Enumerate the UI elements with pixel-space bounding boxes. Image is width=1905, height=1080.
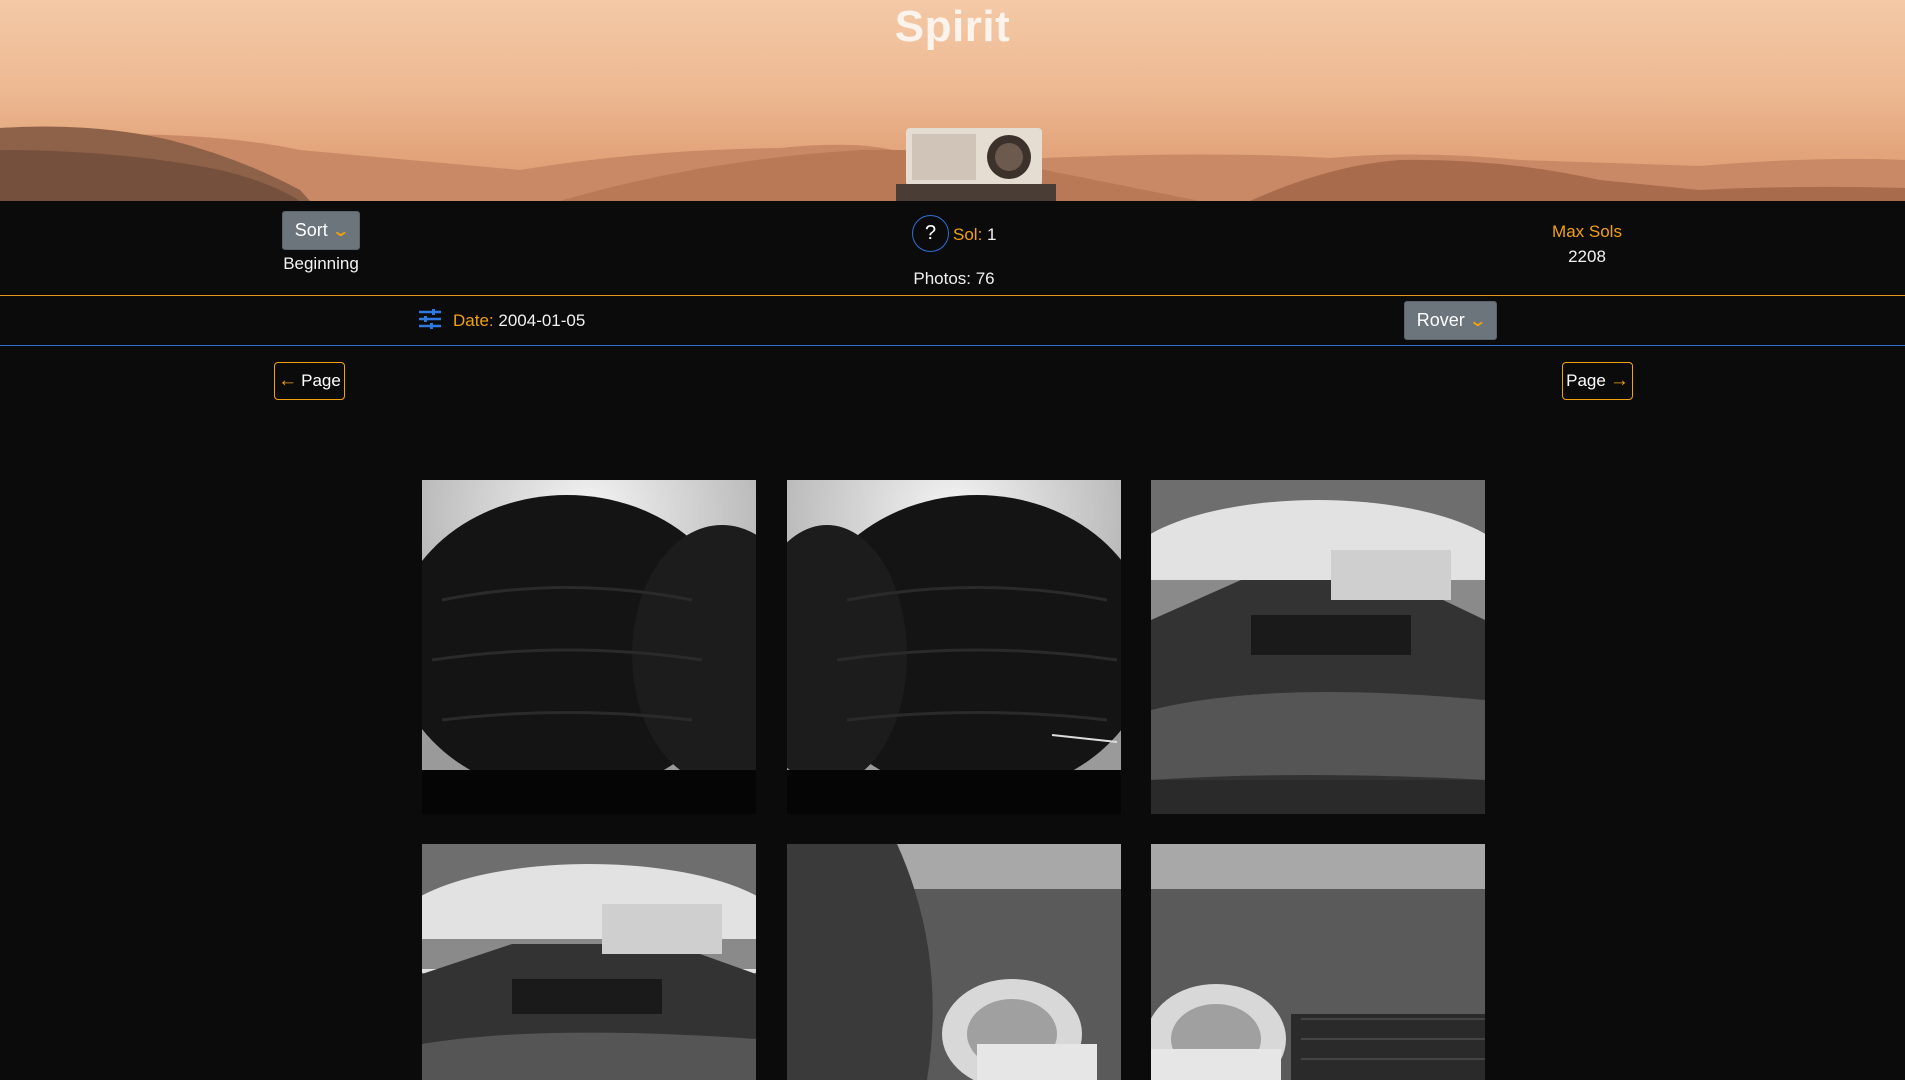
rover-dropdown-button[interactable]: Rover ⌄ bbox=[1404, 301, 1497, 340]
header-banner: Spirit bbox=[0, 0, 1905, 201]
sort-current-value: Beginning bbox=[283, 254, 359, 273]
previous-page-button[interactable]: ← Page bbox=[274, 362, 345, 400]
next-page-label: Page bbox=[1566, 371, 1606, 390]
sol-display: Sol: 1 bbox=[953, 225, 997, 245]
sliders-icon[interactable] bbox=[418, 308, 442, 330]
info-bar: Sort ⌄ Beginning ? Sol: 1 Photos: 76 Max… bbox=[0, 201, 1905, 296]
rover-photo[interactable] bbox=[1151, 480, 1485, 814]
arrow-left-icon: ← bbox=[278, 370, 298, 391]
sol-value: 1 bbox=[987, 225, 997, 244]
rover-photo[interactable] bbox=[1151, 844, 1485, 1080]
help-button[interactable]: ? bbox=[912, 215, 949, 252]
rover-photo[interactable] bbox=[422, 844, 756, 1080]
chevron-down-icon: ⌄ bbox=[331, 222, 350, 240]
chevron-down-icon: ⌄ bbox=[1468, 312, 1487, 330]
rover-button-label: Rover bbox=[1416, 310, 1465, 330]
rover-photo[interactable] bbox=[422, 480, 756, 814]
next-page-button[interactable]: Page → bbox=[1562, 362, 1633, 400]
max-sols-value: 2208 bbox=[1568, 247, 1606, 266]
date-label: Date: bbox=[453, 311, 494, 330]
page-title: Spirit bbox=[894, 2, 1011, 51]
arrow-right-icon: → bbox=[1609, 370, 1629, 391]
rover-photo[interactable] bbox=[787, 844, 1121, 1080]
sort-button-label: Sort bbox=[294, 220, 328, 240]
rover-photo[interactable] bbox=[787, 480, 1121, 814]
date-display: Date: 2004-01-05 bbox=[453, 311, 585, 331]
previous-page-label: Page bbox=[301, 371, 341, 390]
date-value: 2004-01-05 bbox=[498, 311, 586, 330]
sol-label: Sol: bbox=[953, 225, 983, 244]
max-sols-label: Max Sols bbox=[1552, 222, 1622, 241]
sort-dropdown-button[interactable]: Sort ⌄ bbox=[282, 211, 360, 250]
filter-bar: Date: 2004-01-05 Rover ⌄ bbox=[0, 297, 1905, 346]
photo-count: Photos: 76 bbox=[913, 269, 995, 288]
